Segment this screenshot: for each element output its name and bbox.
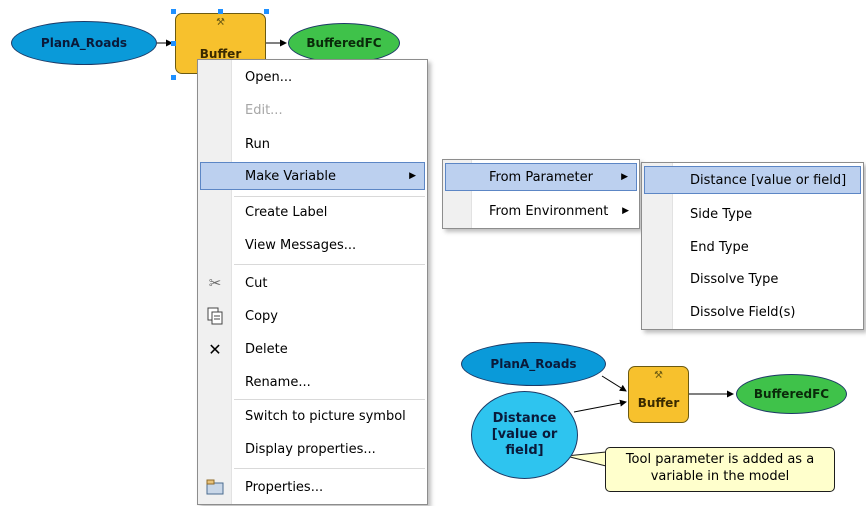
bottom-buffer-tool-label: Buffer [637, 396, 680, 410]
menu-item-rename[interactable]: Rename... [200, 368, 425, 396]
selection-handle[interactable] [171, 9, 176, 14]
output-data-node[interactable]: BufferedFC [288, 23, 400, 63]
menu-item-side-type[interactable]: Side Type [644, 200, 861, 228]
scissors-icon: ✂ [208, 274, 222, 292]
menu-item-end-type[interactable]: End Type [644, 233, 861, 261]
callout-text: Tool parameter is added as a variable in… [625, 452, 815, 484]
from-parameter-submenu: Distance [value or field] Side Type End … [641, 162, 864, 330]
menu-item-edit[interactable]: Edit... [200, 96, 425, 124]
menu-item-dissolve-fields[interactable]: Dissolve Field(s) [644, 298, 861, 326]
selection-handle[interactable] [218, 9, 223, 14]
menu-separator [234, 399, 425, 400]
menu-item-make-variable[interactable]: Make Variable ▶ [200, 162, 425, 190]
bottom-output-data-label: BufferedFC [753, 387, 830, 401]
bottom-buffer-tool-node[interactable]: ⚒ Buffer [628, 366, 689, 423]
menu-item-copy[interactable]: Copy [200, 302, 425, 330]
menu-item-view-messages[interactable]: View Messages... [200, 231, 425, 259]
bottom-input-data-label: PlanA_Roads [490, 357, 577, 371]
selection-handle[interactable] [171, 41, 176, 46]
make-variable-submenu: From Parameter ▶ From Environment ▶ [442, 159, 640, 229]
connector-bottom-input-to-tool [601, 375, 627, 392]
menu-item-cut[interactable]: ✂ Cut [200, 269, 425, 297]
input-data-label: PlanA_Roads [40, 36, 128, 50]
copy-icon [204, 305, 226, 327]
menu-item-properties[interactable]: Properties... [200, 473, 425, 501]
output-data-label: BufferedFC [306, 36, 382, 50]
menu-item-from-parameter[interactable]: From Parameter ▶ [445, 163, 637, 191]
callout-tooltip: Tool parameter is added as a variable in… [605, 447, 835, 492]
menu-item-open[interactable]: Open... [200, 63, 425, 91]
menu-item-distance[interactable]: Distance [value or field] [644, 166, 861, 194]
menu-item-from-environment[interactable]: From Environment ▶ [445, 197, 637, 225]
submenu-arrow-icon: ▶ [409, 171, 416, 181]
properties-icon [204, 476, 226, 498]
hammer-icon: ⚒ [216, 17, 225, 28]
menu-item-switch-picture-symbol[interactable]: Switch to picture symbol [200, 402, 425, 430]
connector-variable-to-tool [573, 399, 627, 413]
context-menu: Open... Edit... Run Make Variable ▶ Crea… [197, 59, 428, 505]
bottom-output-data-node[interactable]: BufferedFC [736, 374, 847, 414]
submenu-arrow-icon: ▶ [622, 206, 629, 216]
menu-separator [234, 196, 425, 197]
menu-separator [234, 468, 425, 469]
menu-item-run[interactable]: Run [200, 130, 425, 158]
selection-handle[interactable] [171, 75, 176, 80]
distance-variable-node[interactable]: Distance [value or field] [471, 391, 578, 479]
submenu-arrow-icon: ▶ [621, 172, 628, 182]
menu-separator [234, 264, 425, 265]
delete-x-icon: ✕ [208, 339, 222, 359]
bottom-input-data-node[interactable]: PlanA_Roads [461, 342, 606, 386]
distance-variable-label: Distance [value or field] [491, 411, 558, 458]
menu-item-delete[interactable]: ✕ Delete [200, 335, 425, 363]
selection-handle[interactable] [264, 9, 269, 14]
menu-item-dissolve-type[interactable]: Dissolve Type [644, 265, 861, 293]
menu-item-display-properties[interactable]: Display properties... [200, 435, 425, 463]
hammer-icon: ⚒ [654, 370, 663, 381]
input-data-node[interactable]: PlanA_Roads [11, 21, 157, 65]
menu-item-create-label[interactable]: Create Label [200, 198, 425, 226]
